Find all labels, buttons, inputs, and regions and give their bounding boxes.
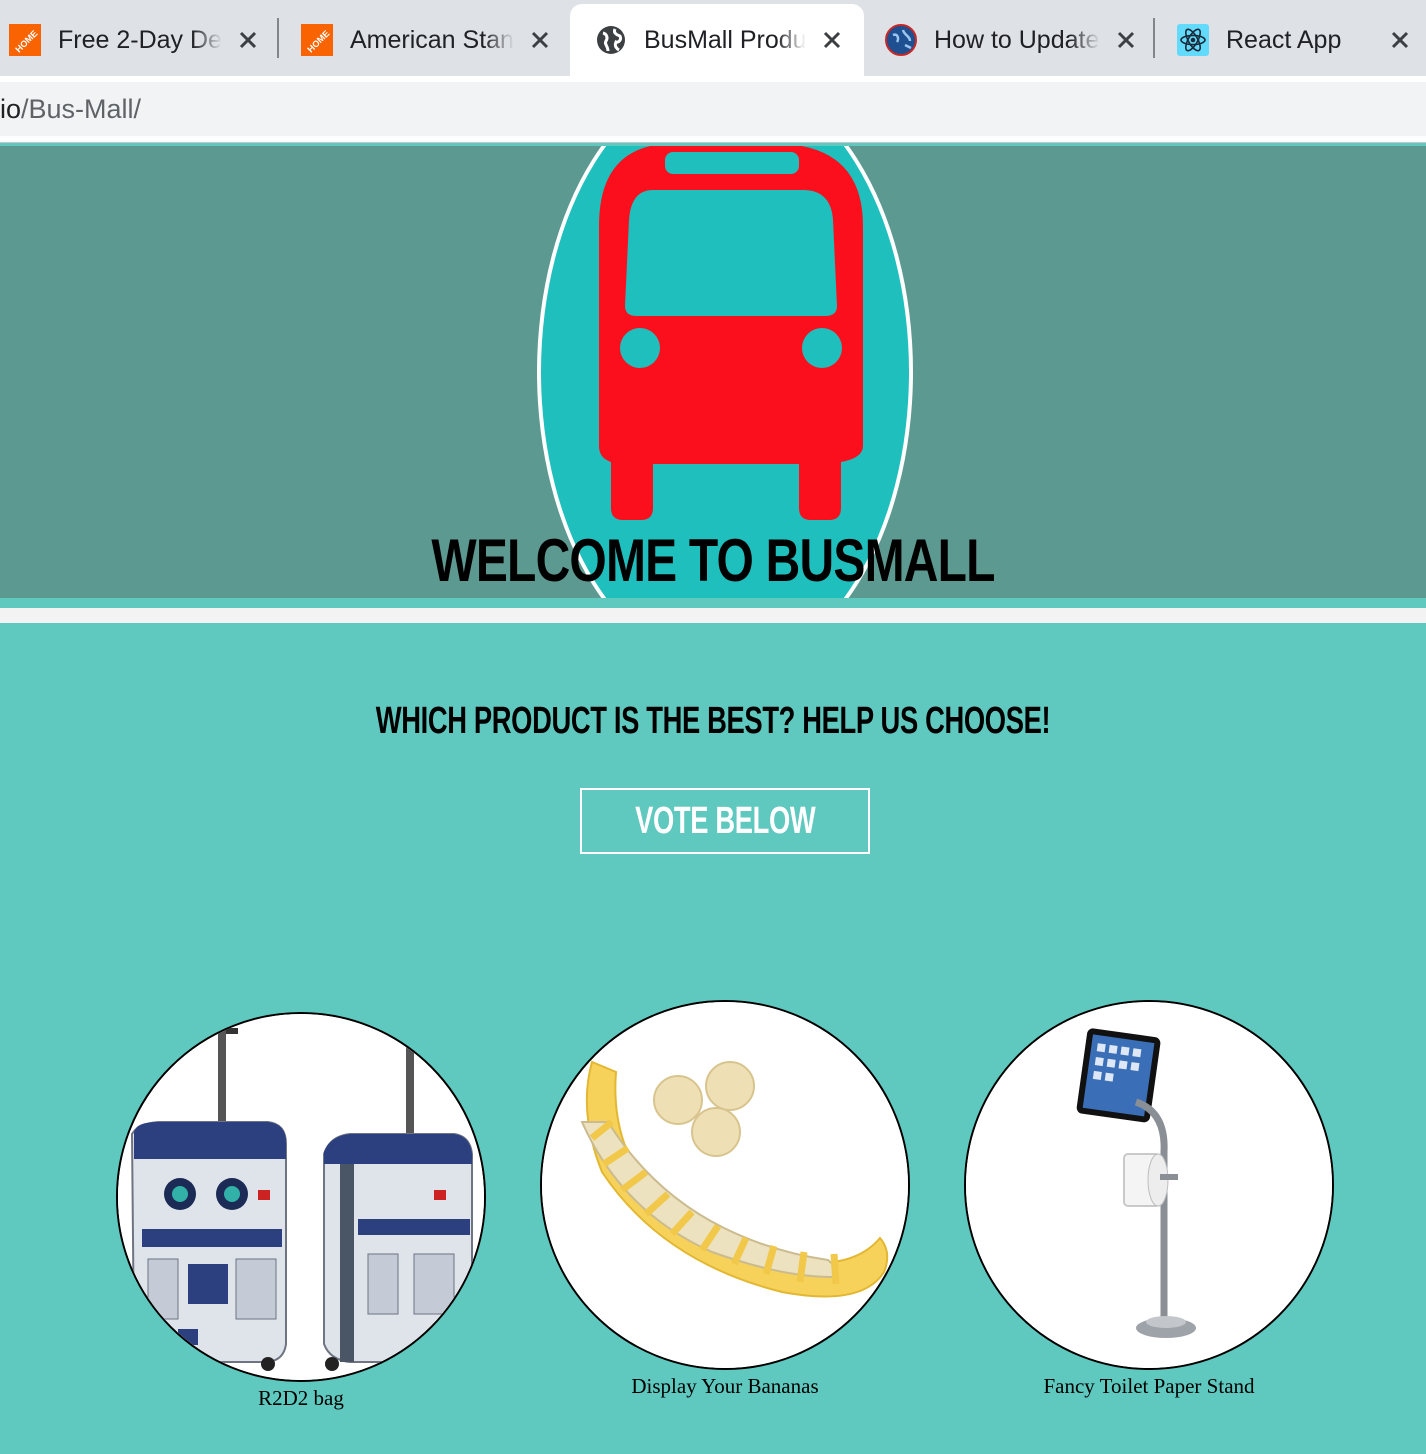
address-bar[interactable]: io/Bus-Mall/ [0,82,1426,136]
url-text: io/Bus-Mall/ [0,94,141,125]
product-name: Display Your Bananas [631,1374,819,1398]
close-icon[interactable] [1112,26,1140,54]
globe-icon [594,23,628,57]
product-card-display-your-bananas: Display Your Bananas [540,1000,910,1398]
tab-react-app[interactable]: React App [1176,4,1426,76]
tab-title: American Standard [350,25,514,54]
react-icon [1176,23,1210,57]
tab-title: How to Update [934,25,1100,54]
page-header: Welcome to BusMall [0,146,1426,598]
tab-separator [1153,18,1155,58]
tab-separator [277,18,279,58]
banana-slicer-image[interactable] [540,1000,910,1370]
divider [0,608,1426,623]
tab-title: Free 2-Day Delivery [58,25,222,54]
r2d2-bag-image[interactable] [116,1012,486,1382]
tab-title: React App [1226,25,1342,54]
section-heading: Which product is the best? Help us choos… [375,700,1051,742]
close-icon[interactable] [1386,26,1414,54]
close-icon[interactable] [526,26,554,54]
close-icon[interactable] [234,26,262,54]
voting-section: Which product is the best? Help us choos… [0,623,1426,1454]
toilet-paper-stand-image[interactable] [964,1000,1334,1370]
browser-toolbar: io/Bus-Mall/ [0,76,1426,143]
tab-free-2-day[interactable]: HOME Free 2-Day Delivery [8,4,274,76]
tab-strip: HOME Free 2-Day Delivery HOME American S… [0,0,1426,76]
tab-how-to-update[interactable]: How to Update [884,4,1150,76]
url-path: /Bus-Mall/ [21,93,142,124]
vote-below-button[interactable]: Vote Below [580,788,870,854]
globe-blue-icon [884,23,918,57]
vote-below-label: Vote Below [634,799,816,842]
product-card-r2d2-bag: R2D2 bag [116,1012,486,1410]
home-depot-icon: HOME [300,23,334,57]
tab-title: BusMall Product [644,25,806,54]
product-card-fancy-toilet-paper-stand: Fancy Toilet Paper Stand [964,1000,1334,1398]
home-depot-icon: HOME [8,23,42,57]
url-host: io [0,93,22,124]
tab-busmall-product[interactable]: BusMall Product [570,4,864,76]
close-icon[interactable] [818,26,846,54]
tab-american-standard[interactable]: HOME American Standard [300,4,566,76]
product-name: Fancy Toilet Paper Stand [1043,1374,1255,1398]
page-title: Welcome to BusMall [431,527,995,594]
header-bottom-band [0,598,1426,608]
product-name: R2D2 bag [258,1386,344,1410]
